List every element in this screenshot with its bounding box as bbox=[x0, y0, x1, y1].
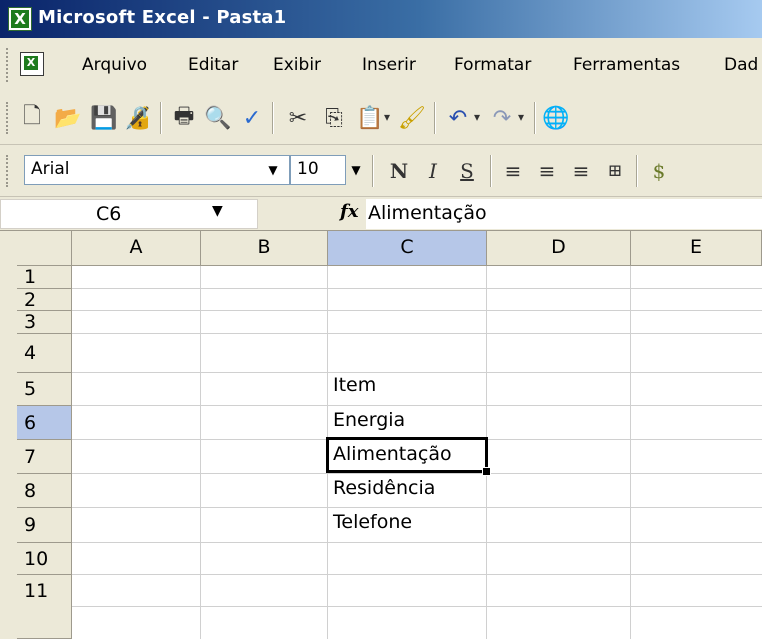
align-right-icon[interactable]: ≡ bbox=[566, 156, 596, 186]
column-header-e[interactable]: E bbox=[631, 231, 762, 266]
permission-icon[interactable]: 🔏 bbox=[122, 102, 154, 134]
cell-c7[interactable]: Residência bbox=[333, 477, 435, 499]
gridline bbox=[72, 473, 762, 474]
italic-button[interactable]: I bbox=[418, 156, 448, 186]
toolbar-separator bbox=[636, 155, 638, 187]
fill-handle[interactable] bbox=[482, 467, 491, 476]
gridline bbox=[630, 266, 631, 639]
standard-toolbar: 🗋 📂 💾 🔏 🖶 🔍 ✓ ✂ ⎘ 📋 ▾ 🖌 ↶ ▾ ↷ ▾ 🌐 bbox=[0, 92, 762, 145]
merge-center-icon[interactable]: ⊞ bbox=[600, 156, 630, 186]
name-box-dropdown-icon[interactable]: ▼ bbox=[212, 203, 223, 219]
print-icon[interactable]: 🖶 bbox=[168, 102, 200, 134]
gridline bbox=[72, 606, 762, 607]
toolbar-grip[interactable] bbox=[6, 102, 12, 134]
spelling-icon[interactable]: ✓ bbox=[236, 102, 268, 134]
title-bar: X Microsoft Excel - Pasta1 bbox=[0, 0, 762, 38]
paste-dropdown-icon[interactable]: ▾ bbox=[384, 110, 390, 124]
copy-icon[interactable]: ⎘ bbox=[318, 102, 350, 134]
gridline bbox=[72, 372, 762, 373]
underline-button[interactable]: S bbox=[452, 156, 482, 186]
insert-function-icon[interactable]: fx bbox=[340, 201, 358, 222]
bold-button[interactable]: N bbox=[384, 156, 414, 186]
open-folder-icon[interactable]: 📂 bbox=[52, 102, 84, 134]
size-dropdown-icon[interactable]: ▼ bbox=[344, 157, 368, 183]
column-header-b[interactable]: B bbox=[201, 231, 328, 266]
cut-icon[interactable]: ✂ bbox=[282, 102, 314, 134]
paste-icon[interactable]: 📋 bbox=[354, 102, 386, 134]
toolbar-separator bbox=[434, 102, 436, 134]
row-header-4[interactable]: 4 bbox=[17, 334, 72, 373]
font-dropdown-icon[interactable]: ▼ bbox=[260, 157, 286, 183]
row-header-5[interactable]: 5 bbox=[17, 373, 72, 406]
excel-app-icon[interactable]: X bbox=[8, 7, 32, 31]
menu-editar[interactable]: Editar bbox=[188, 55, 238, 75]
undo-dropdown-icon[interactable]: ▾ bbox=[474, 110, 480, 124]
row-header-3[interactable]: 3 bbox=[17, 311, 72, 334]
row-header-8[interactable]: 8 bbox=[17, 474, 72, 508]
currency-icon[interactable]: $ bbox=[644, 156, 674, 186]
row-header-1[interactable]: 1 bbox=[17, 266, 72, 289]
undo-icon[interactable]: ↶ bbox=[442, 102, 474, 134]
column-header-a[interactable]: A bbox=[72, 231, 201, 266]
gridline bbox=[72, 507, 762, 508]
menu-exibir[interactable]: Exibir bbox=[273, 55, 321, 75]
row-header-10[interactable]: 10 bbox=[17, 543, 72, 575]
align-left-icon[interactable]: ≡ bbox=[498, 156, 528, 186]
menu-bar: X Arquivo Editar Exibir Inserir Formatar… bbox=[0, 38, 762, 93]
window-title: Microsoft Excel - Pasta1 bbox=[38, 7, 287, 28]
font-name-select[interactable]: Arial bbox=[24, 155, 290, 185]
new-document-icon[interactable]: 🗋 bbox=[16, 102, 48, 134]
save-icon[interactable]: 💾 bbox=[88, 102, 120, 134]
active-cell-outline bbox=[326, 437, 488, 473]
toolbar-separator bbox=[160, 102, 162, 134]
formula-bar: C6 ▼ fx Alimentação bbox=[0, 197, 762, 230]
gridline bbox=[72, 310, 762, 311]
gridline bbox=[72, 333, 762, 334]
column-header-d[interactable]: D bbox=[487, 231, 631, 266]
row-header-7[interactable]: 7 bbox=[17, 440, 72, 474]
formula-input[interactable]: Alimentação bbox=[366, 199, 762, 229]
redo-icon[interactable]: ↷ bbox=[486, 102, 518, 134]
menu-ferramentas[interactable]: Ferramentas bbox=[573, 55, 680, 75]
row-header-6[interactable]: 6 bbox=[17, 406, 72, 440]
toolbar-grip[interactable] bbox=[6, 155, 12, 187]
toolbar-separator bbox=[490, 155, 492, 187]
gridline bbox=[72, 405, 762, 406]
row-header-11[interactable]: 11 bbox=[17, 575, 72, 639]
left-edge bbox=[0, 231, 17, 639]
gridline bbox=[200, 266, 201, 639]
formatting-toolbar: Arial ▼ 10 ▼ N I S ≡ ≡ ≡ ⊞ $ bbox=[0, 145, 762, 197]
menu-formatar[interactable]: Formatar bbox=[454, 55, 531, 75]
align-center-icon[interactable]: ≡ bbox=[532, 156, 562, 186]
cell-c4[interactable]: Item bbox=[333, 374, 376, 396]
worksheet-grid[interactable]: A B C D E 1 2 3 4 5 6 7 8 9 10 11 Item E… bbox=[0, 230, 762, 639]
toolbar-separator bbox=[372, 155, 374, 187]
font-size-select[interactable]: 10 bbox=[290, 155, 346, 185]
menu-dados[interactable]: Dad bbox=[724, 55, 758, 75]
menu-grip[interactable] bbox=[6, 48, 12, 82]
select-all-corner[interactable] bbox=[17, 231, 72, 266]
format-painter-icon[interactable]: 🖌 bbox=[396, 102, 428, 134]
cell-c5[interactable]: Energia bbox=[333, 409, 405, 431]
gridline bbox=[72, 288, 762, 289]
print-preview-icon[interactable]: 🔍 bbox=[202, 102, 234, 134]
column-header-c[interactable]: C bbox=[328, 231, 487, 266]
gridline bbox=[72, 574, 762, 575]
hyperlink-icon[interactable]: 🌐 bbox=[540, 102, 572, 134]
toolbar-separator bbox=[534, 102, 536, 134]
toolbar-separator bbox=[272, 102, 274, 134]
redo-dropdown-icon[interactable]: ▾ bbox=[518, 110, 524, 124]
gridline bbox=[72, 542, 762, 543]
menu-inserir[interactable]: Inserir bbox=[362, 55, 416, 75]
workbook-icon[interactable]: X bbox=[20, 52, 44, 76]
row-header-9[interactable]: 9 bbox=[17, 508, 72, 543]
row-header-2[interactable]: 2 bbox=[17, 289, 72, 311]
cell-c8[interactable]: Telefone bbox=[333, 511, 412, 533]
menu-arquivo[interactable]: Arquivo bbox=[82, 55, 147, 75]
